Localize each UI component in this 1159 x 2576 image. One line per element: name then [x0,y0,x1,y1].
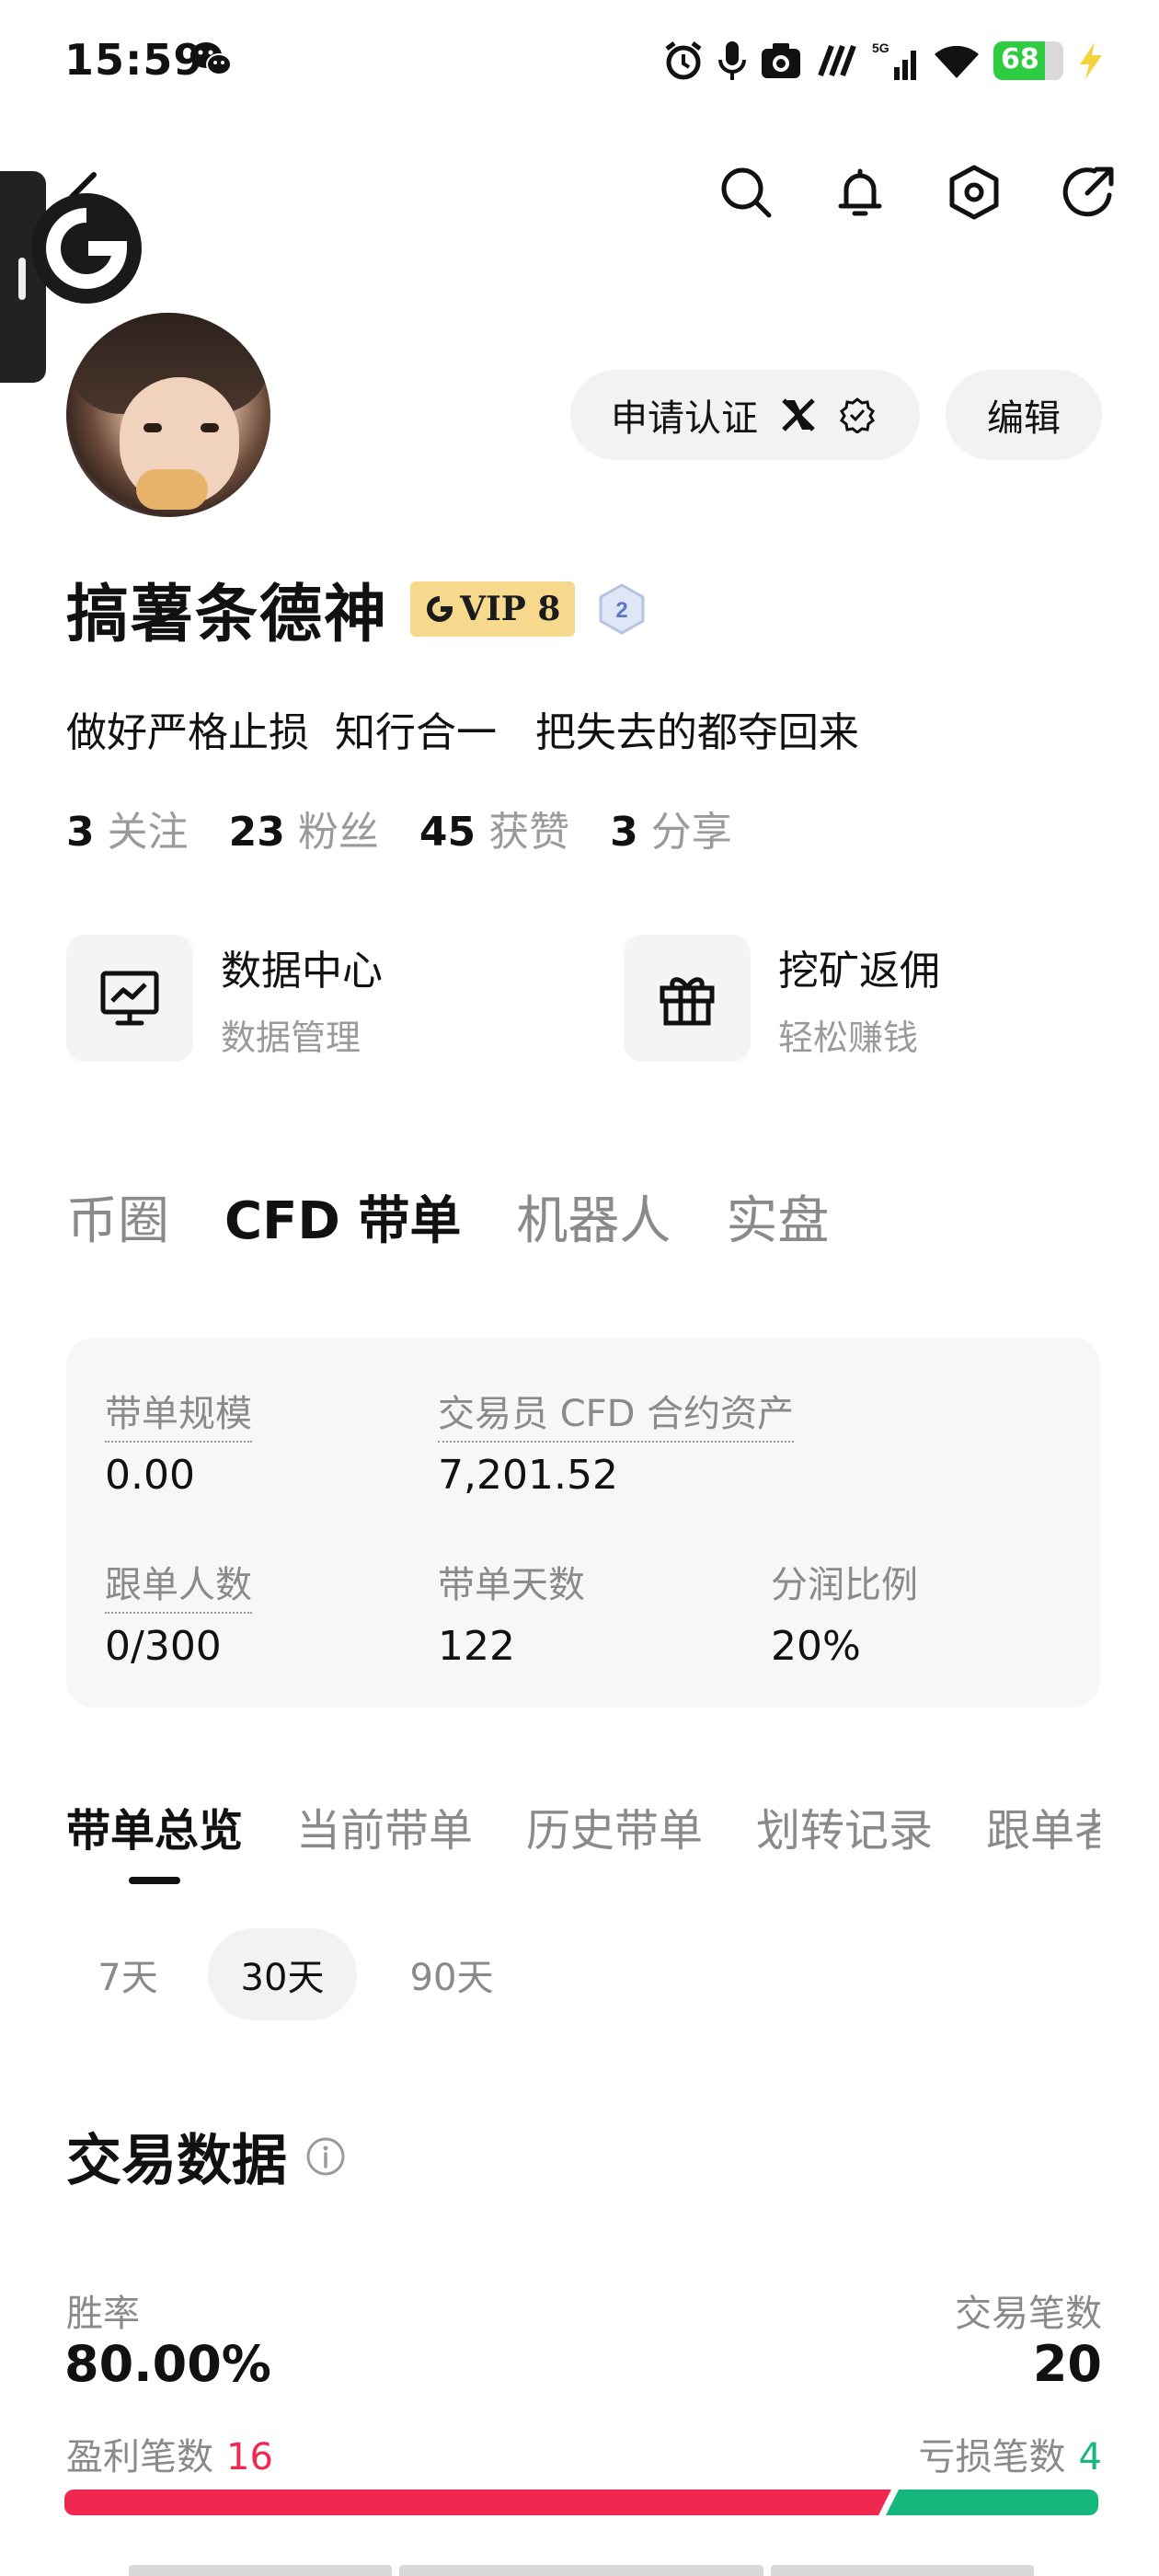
signal-icon: 5G [872,40,916,80]
profile-name: 搞薯条德神 [66,579,389,651]
data-center-subtitle: 数据管理 [221,1017,361,1058]
level-number: 2 [616,598,628,623]
profit-count-value: 16 [226,2436,273,2478]
avatar[interactable] [66,313,270,517]
mining-rebate-title: 挖矿返佣 [778,947,940,995]
tab-current-orders[interactable]: 当前带单 [296,1794,473,1858]
metric-followers: 跟单人数 0/300 [105,1555,252,1670]
stat-following[interactable]: 3 关注 [66,799,189,857]
profile-stats: 3 关注 23 粉丝 45 获赞 3 分享 [66,799,732,857]
vip-logo-icon [427,595,453,622]
stat-likes[interactable]: 45 获赞 [419,799,569,857]
alarm-icon [665,41,702,80]
trade-count-value: 20 [1032,2335,1102,2393]
loss-count-value: 4 [1078,2436,1102,2478]
stat-followers[interactable]: 23 粉丝 [229,799,379,857]
metric-days-value: 122 [438,1623,515,1670]
profile-name-row: 搞薯条德神 VIP 8 2 [66,563,647,654]
bell-icon[interactable] [830,162,890,223]
metric-assets-label[interactable]: 交易员 CFD 合约资产 [438,1384,795,1443]
tab-crypto[interactable]: 币圈 [66,1179,169,1254]
header-actions [716,162,1119,223]
apply-verification-button[interactable]: 申请认证 [570,370,920,460]
tab-followers[interactable]: 跟单者 [986,1794,1100,1858]
svg-text:5G: 5G [872,40,889,55]
profit-ratio-segment [64,2490,891,2515]
wifi-icon [935,45,979,78]
metric-days: 带单天数 122 [438,1555,585,1670]
status-time: 15:59 [64,35,204,85]
tab-history-orders[interactable]: 历史带单 [526,1794,703,1858]
metric-scale-value: 0.00 [105,1452,195,1499]
tab-live[interactable]: 实盘 [726,1179,829,1254]
trade-data-header: 交易数据 [66,2116,346,2196]
share-icon[interactable] [1058,162,1119,223]
profit-count-label: 盈利笔数 [66,2436,213,2478]
metric-followers-label[interactable]: 跟单人数 [105,1555,252,1614]
level-badge-icon[interactable]: 2 [597,582,647,635]
status-bar: 15:59 5G 68 [0,0,1159,120]
tab-overview[interactable]: 带单总览 [66,1794,243,1858]
mining-rebate-subtitle: 轻松赚钱 [778,1017,919,1058]
period-90d[interactable]: 90天 [383,1928,521,2020]
tab-transfer-records[interactable]: 划转记录 [756,1794,933,1858]
app-logo-icon[interactable] [31,193,142,304]
x-logo-icon [782,398,815,431]
wechat-icon [190,42,232,75]
mining-rebate-entry[interactable]: 挖矿返佣 轻松赚钱 [624,935,940,1062]
nfc-icon [818,44,856,77]
tab-cfd-copy-trading[interactable]: CFD 带单 [224,1179,461,1254]
copy-trading-summary-card: 带单规模 0.00 交易员 CFD 合约资产 7,201.52 跟单人数 0/3… [66,1338,1100,1708]
stat-shares[interactable]: 3 分享 [610,799,732,857]
metric-scale-label[interactable]: 带单规模 [105,1384,252,1443]
vip-badge[interactable]: VIP 8 [410,581,576,637]
period-30d[interactable]: 30天 [208,1928,357,2020]
trade-count-label: 交易笔数 [955,2293,1102,2335]
tab-bots[interactable]: 机器人 [516,1179,671,1254]
edit-profile-label: 编辑 [987,397,1061,440]
win-rate-label: 胜率 [66,2293,140,2335]
metric-days-label: 带单天数 [438,1564,585,1606]
metric-followers-value: 0/300 [105,1623,222,1670]
info-icon[interactable] [305,2136,346,2177]
profit-count-row: 盈利笔数 16 [66,2427,273,2480]
search-icon[interactable] [716,162,776,223]
battery-icon: 68 [993,41,1063,80]
period-7d[interactable]: 7天 [77,1928,178,2020]
main-tabs: 币圈 CFD 带单 机器人 实盘 [66,1179,829,1254]
battery-level: 68 [1001,43,1039,75]
charging-icon [1080,42,1102,79]
win-loss-ratio-bar [64,2490,1098,2515]
chart-monitor-icon [66,935,193,1062]
gift-icon [624,935,751,1062]
trade-data-title: 交易数据 [66,2129,287,2193]
metric-profit-share: 分润比例 20% [771,1555,918,1670]
loss-ratio-segment [886,2490,1098,2515]
metric-profit-share-value: 20% [771,1623,861,1670]
metric-assets-value: 7,201.52 [438,1452,618,1499]
apply-verification-label: 申请认证 [611,397,758,440]
data-center-title: 数据中心 [221,947,383,995]
loss-count-row: 亏损笔数 4 [919,2427,1102,2480]
win-rate-value: 80.00% [64,2335,271,2393]
active-tab-indicator [129,1877,180,1884]
metric-assets: 交易员 CFD 合约资产 7,201.52 [438,1384,795,1499]
sub-tabs: 带单总览 当前带单 历史带单 划转记录 跟单者 [66,1794,1100,1858]
data-center-entry[interactable]: 数据中心 数据管理 [66,935,383,1062]
settings-icon[interactable] [944,162,1004,223]
vip-label: VIP 8 [460,589,561,628]
camera-icon [762,43,800,78]
chart-preview-bars [129,2565,1034,2576]
metric-scale: 带单规模 0.00 [105,1384,252,1499]
metric-profit-share-label: 分润比例 [771,1564,918,1606]
profile-bio: 做好严格止损 知行合一 把失去的都夺回来 [66,709,859,756]
status-icons: 5G 68 [662,35,1104,86]
verified-badge-icon [840,397,875,433]
mic-icon [718,41,746,80]
edit-profile-button[interactable]: 编辑 [946,370,1102,460]
loss-count-label: 亏损笔数 [918,2436,1066,2478]
